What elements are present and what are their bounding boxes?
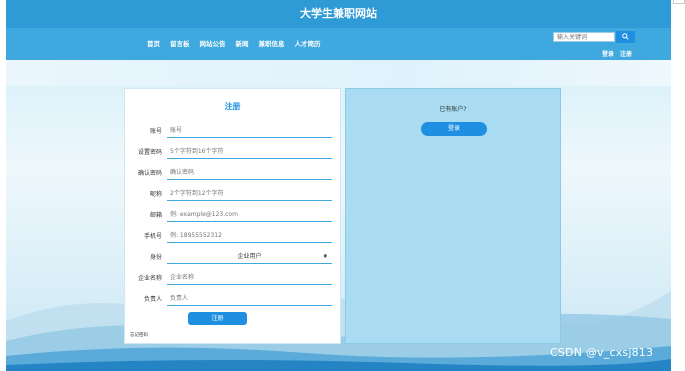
row-company: 企业名称 [125, 271, 342, 291]
search-button[interactable] [616, 31, 635, 43]
scrollbar-corner [673, 0, 685, 4]
select-arrow-icon: ♦ [322, 253, 328, 260]
label-nickname: 昵称 [149, 191, 162, 198]
main-nav: 首页 留言板 网站公告 新闻 兼职信息 人才简历 登录 注册 [6, 28, 671, 60]
label-password: 设置密码 [137, 149, 162, 156]
row-password: 设置密码 [125, 145, 342, 165]
nav-message-board[interactable]: 留言板 [170, 38, 190, 48]
form-title: 注册 [224, 102, 241, 111]
watermark: CSDN @v_cxsj813 [550, 346, 654, 359]
page-frame: 大学生兼职网站 首页 留言板 网站公告 新闻 兼职信息 人才简历 登录 注册 [6, 0, 671, 371]
label-identity: 身份 [149, 254, 162, 261]
register-submit-button[interactable]: 注册 [188, 312, 247, 325]
nav-jobs[interactable]: 兼职信息 [259, 38, 285, 48]
nav-news[interactable]: 新闻 [236, 38, 249, 48]
row-email: 邮箱 [125, 208, 342, 228]
label-account: 账号 [149, 128, 162, 135]
header-login-link[interactable]: 登录 [602, 49, 614, 58]
identity-select-value: 企业用户 [237, 253, 262, 260]
label-company: 企业名称 [137, 275, 162, 282]
side-login-button[interactable]: 登录 [421, 122, 487, 136]
search-icon [622, 33, 629, 40]
label-manager: 负责人 [143, 296, 162, 303]
forgot-password-link[interactable]: 忘记密码 [130, 332, 148, 338]
label-email: 邮箱 [149, 212, 162, 219]
has-account-text: 已有账户? [439, 106, 467, 113]
row-phone: 手机号 [125, 229, 342, 249]
confirm-password-input[interactable] [167, 166, 332, 180]
site-title: 大学生兼职网站 [6, 0, 671, 28]
register-form: 注册 账号 设置密码 确认密码 昵称 邮箱 手机号 身份 企业用户 [124, 88, 341, 344]
login-side-panel: 已有账户? 登录 [345, 88, 561, 344]
nav-home[interactable]: 首页 [147, 38, 160, 48]
row-confirm-password: 确认密码 [125, 166, 342, 186]
hero-band [6, 60, 671, 86]
company-input[interactable] [167, 271, 332, 285]
account-input[interactable] [167, 124, 332, 138]
nickname-input[interactable] [167, 187, 332, 201]
label-confirm-password: 确认密码 [137, 170, 162, 177]
row-identity: 身份 企业用户 ♦ [125, 250, 342, 270]
row-manager: 负责人 [125, 292, 342, 312]
row-account: 账号 [125, 124, 342, 144]
manager-input[interactable] [167, 292, 332, 306]
phone-input[interactable] [167, 229, 332, 243]
row-nickname: 昵称 [125, 187, 342, 207]
email-input[interactable] [167, 208, 332, 222]
password-input[interactable] [167, 145, 332, 159]
nav-announcements[interactable]: 网站公告 [200, 38, 226, 48]
label-phone: 手机号 [143, 233, 162, 240]
header-register-link[interactable]: 注册 [620, 49, 632, 58]
identity-select[interactable]: 企业用户 ♦ [167, 250, 332, 264]
search-input[interactable] [553, 32, 615, 42]
nav-resumes[interactable]: 人才简历 [295, 38, 321, 48]
